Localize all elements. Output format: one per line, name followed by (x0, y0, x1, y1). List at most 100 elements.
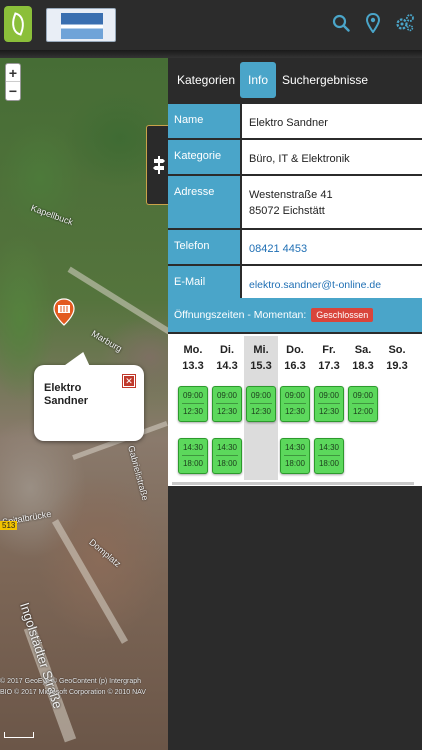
day-date: 13.3 (182, 360, 204, 372)
info-row-name: Name Elektro Sandner (168, 104, 422, 138)
slot-close-time: 12:30 (182, 407, 204, 416)
street-label: Gabrielistraße (126, 444, 151, 502)
day-header: Di. 14.3 (210, 342, 244, 374)
settings-icon[interactable] (394, 10, 416, 36)
time-slot: 09:00 12:00 (348, 386, 378, 422)
day-header: Mo. 13.3 (176, 342, 210, 374)
slot-open-time: 14:30 (216, 443, 238, 452)
day-name: Fr. (322, 344, 336, 356)
day-header: Mi. 15.3 (244, 342, 278, 374)
email-link[interactable]: elektro.sandner@t-online.de (242, 266, 422, 300)
app-logo[interactable] (4, 6, 32, 42)
day-header: Do. 16.3 (278, 342, 312, 374)
slot-close-time: 12:30 (250, 407, 272, 416)
day-name: Do. (286, 344, 304, 356)
popup-title[interactable]: Elektro Sandner (44, 382, 114, 408)
slot-divider (250, 403, 272, 404)
slot-open-time: 09:00 (284, 391, 306, 400)
slot-open-time: 09:00 (318, 391, 340, 400)
tab-kategorien[interactable]: Kategorien (174, 62, 238, 98)
day-date: 19.3 (386, 360, 408, 372)
day-date: 17.3 (318, 360, 340, 372)
slot-divider (216, 403, 238, 404)
slot-close-time: 12:00 (352, 407, 374, 416)
partner-logo-graphic (61, 13, 103, 39)
day-header: Fr. 17.3 (312, 342, 346, 374)
slot-close-time: 12:30 (284, 407, 306, 416)
time-slot: 14:30 18:00 (314, 438, 344, 474)
attribution-line: © 2017 GeoEye © GeoContent (p) Intergrap… (0, 678, 142, 685)
slot-open-time: 09:00 (250, 391, 272, 400)
info-row-email: E-Mail elektro.sandner@t-online.de (168, 266, 422, 300)
phone-label: Telefon (168, 230, 240, 264)
tab-info[interactable]: Info (240, 62, 276, 98)
street-label: Kapellbuck (29, 202, 75, 228)
top-bar (0, 0, 422, 50)
day-name: Sa. (354, 344, 372, 356)
slot-open-time: 14:30 (182, 443, 204, 452)
slot-close-time: 18:00 (216, 459, 238, 468)
address-label: Adresse (168, 176, 240, 228)
opening-hours-title: Öffnungszeiten - Momentan: (174, 309, 307, 321)
slot-divider (182, 403, 204, 404)
address-street: Westenstraße 41 (249, 189, 333, 201)
day-date: 16.3 (284, 360, 306, 372)
category-value: Büro, IT & Elektronik (242, 140, 422, 174)
slot-divider (216, 455, 238, 456)
route-toggle-button[interactable] (146, 125, 170, 205)
zoom-in-button[interactable]: + (6, 64, 20, 82)
status-badge: Geschlossen (311, 308, 374, 322)
tab-suchergebnisse[interactable]: Suchergebnisse (282, 62, 368, 98)
day-name: Di. (219, 344, 235, 356)
signpost-icon (152, 156, 165, 174)
time-slot: 09:00 12:30 (178, 386, 208, 422)
slot-close-time: 18:00 (318, 459, 340, 468)
slot-open-time: 09:00 (352, 391, 374, 400)
slot-divider (318, 455, 340, 456)
detail-panel: Kategorien Info Suchergebnisse Name Elek… (168, 58, 422, 750)
close-icon[interactable]: ✕ (122, 374, 136, 388)
day-name: Mo. (183, 344, 203, 356)
slot-divider (352, 403, 374, 404)
name-value: Elektro Sandner (242, 104, 422, 138)
day-header: Sa. 18.3 (346, 342, 380, 374)
map-popup: Elektro Sandner ✕ (34, 365, 144, 441)
slot-open-time: 09:00 (182, 391, 204, 400)
email-label: E-Mail (168, 266, 240, 300)
tab-bar: Kategorien Info Suchergebnisse (168, 58, 422, 100)
day-name: So. (388, 344, 406, 356)
address-city: 85072 Eichstätt (249, 205, 325, 217)
partner-logo[interactable] (46, 8, 116, 42)
search-icon[interactable] (330, 10, 352, 36)
time-slot: 09:00 12:30 (280, 386, 310, 422)
zoom-control: + − (5, 63, 21, 101)
opening-hours-header: Öffnungszeiten - Momentan: Geschlossen (168, 298, 422, 332)
slot-open-time: 09:00 (216, 391, 238, 400)
map-pin-icon[interactable] (362, 10, 384, 36)
day-header: So. 19.3 (380, 342, 414, 374)
map-attribution: © 2017 GeoEye © GeoContent (p) Intergrap… (0, 676, 168, 698)
slot-divider (284, 403, 306, 404)
zoom-out-button[interactable]: − (6, 82, 20, 100)
info-row-category: Kategorie Büro, IT & Elektronik (168, 140, 422, 174)
slot-close-time: 18:00 (284, 459, 306, 468)
slot-open-time: 14:30 (284, 443, 306, 452)
slot-divider (284, 455, 306, 456)
slot-divider (182, 455, 204, 456)
attribution-line: BIO © 2017 Microsoft Corporation © 2010 … (0, 689, 146, 696)
time-slot: 14:30 18:00 (212, 438, 242, 474)
time-slot: 14:30 18:00 (178, 438, 208, 474)
slot-divider (318, 403, 340, 404)
horizontal-scrollbar[interactable] (172, 482, 414, 485)
opening-hours-grid[interactable]: Mo. 13.3 09:00 12:30 14:30 18:00 Di. 14.3 09:00 1… (168, 334, 422, 486)
slot-close-time: 18:00 (182, 459, 204, 468)
info-row-address: Adresse Westenstraße 41 85072 Eichstätt (168, 176, 422, 228)
leaf-icon (8, 12, 28, 36)
info-row-phone: Telefon 08421 4453 (168, 230, 422, 264)
slot-close-time: 12:30 (318, 407, 340, 416)
shop-marker-icon[interactable] (53, 298, 75, 326)
day-date: 14.3 (216, 360, 238, 372)
road-number-badge: 513 (0, 521, 18, 530)
phone-link[interactable]: 08421 4453 (242, 230, 422, 264)
category-label: Kategorie (168, 140, 240, 174)
